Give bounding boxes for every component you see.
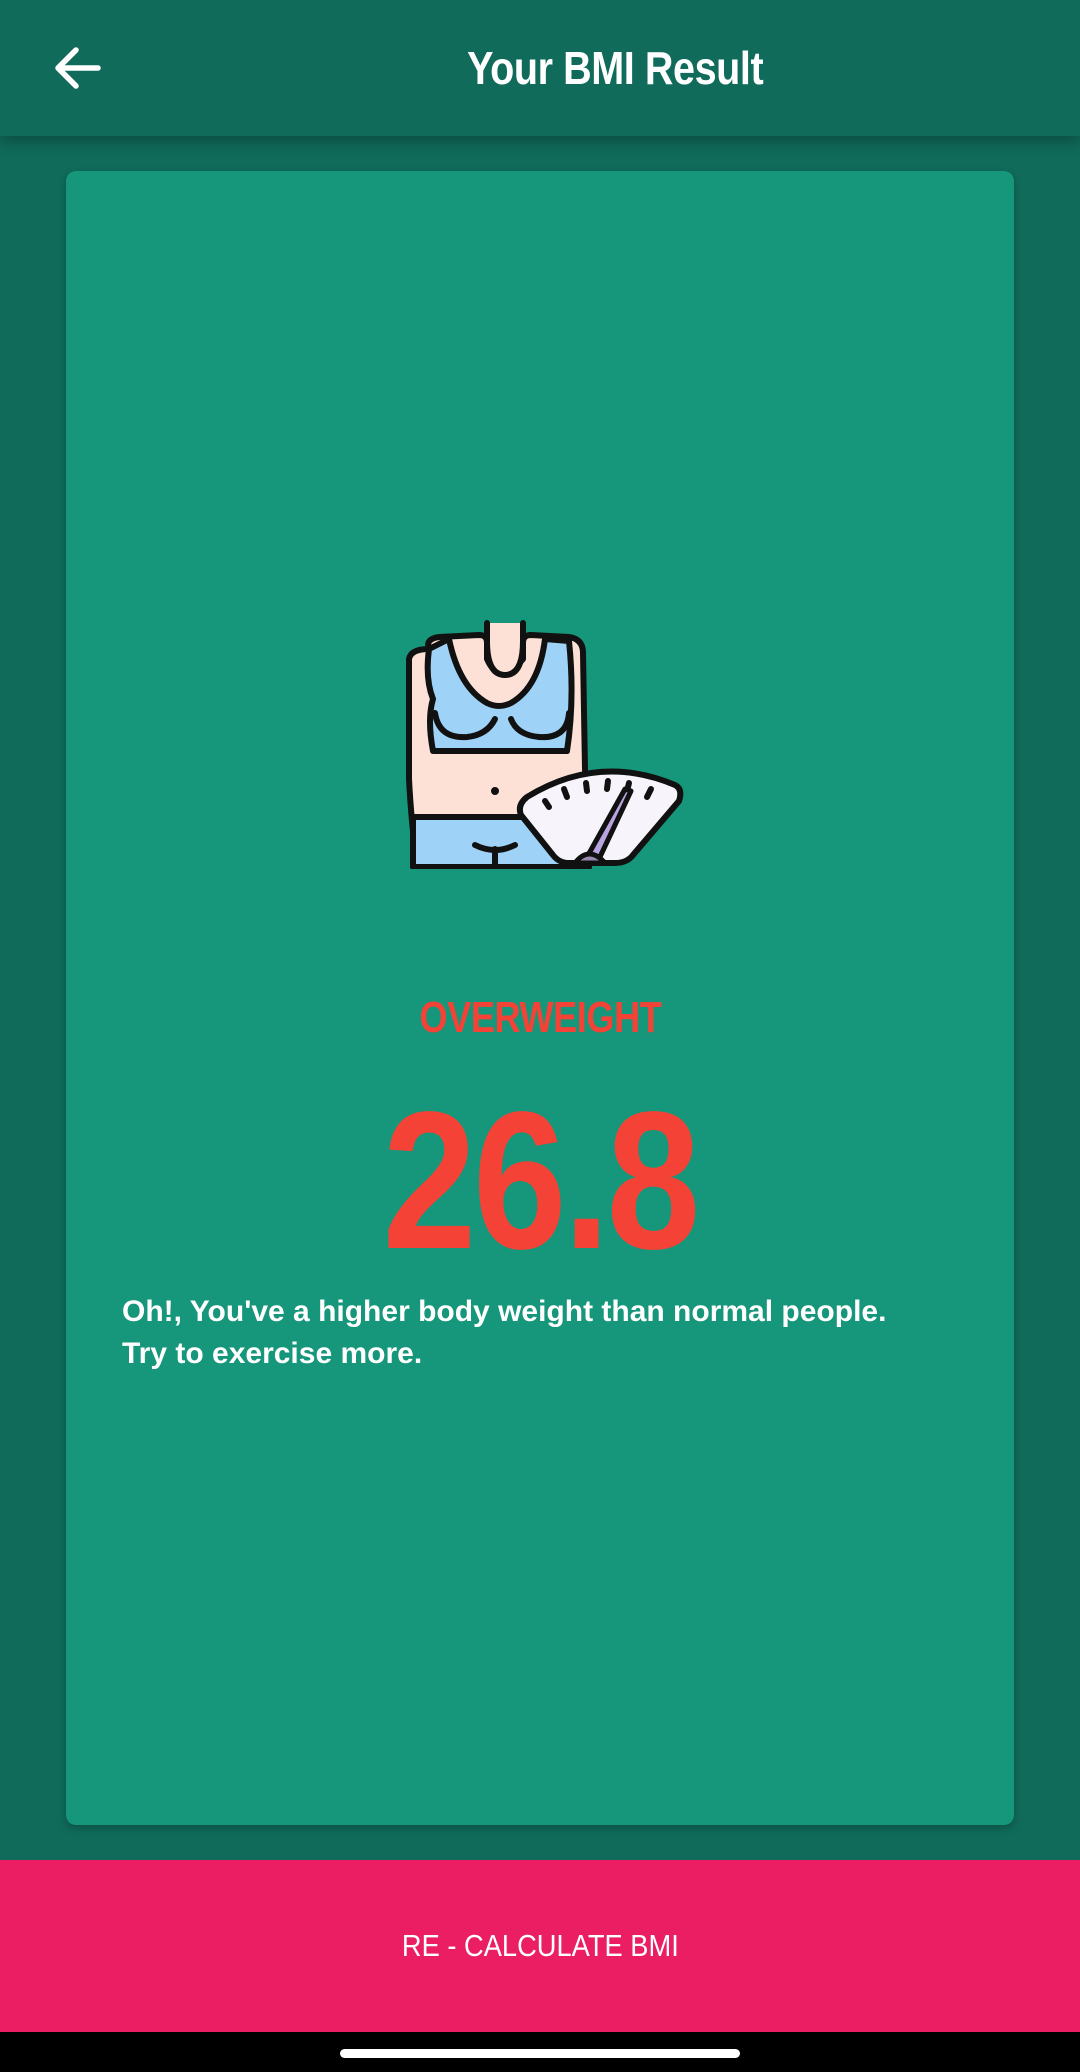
app-bar: Your BMI Result <box>0 0 1080 136</box>
recalculate-bmi-button[interactable]: RE - CALCULATE BMI <box>0 1860 1080 2032</box>
bmi-message: Oh!, You've a higher body weight than no… <box>122 1295 887 1370</box>
body-weight-scale-illustration <box>406 620 684 869</box>
result-card: OVERWEIGHT 26.8 Oh!, You've a higher bod… <box>66 171 1014 1825</box>
bmi-category: OVERWEIGHT <box>419 993 661 1042</box>
recalculate-bmi-label: RE - CALCULATE BMI <box>401 1928 679 1963</box>
bmi-value: 26.8 <box>382 1071 701 1290</box>
system-navigation-bar <box>0 2032 1080 2072</box>
page-title: Your BMI Result <box>466 42 764 94</box>
home-indicator[interactable] <box>340 2049 740 2058</box>
